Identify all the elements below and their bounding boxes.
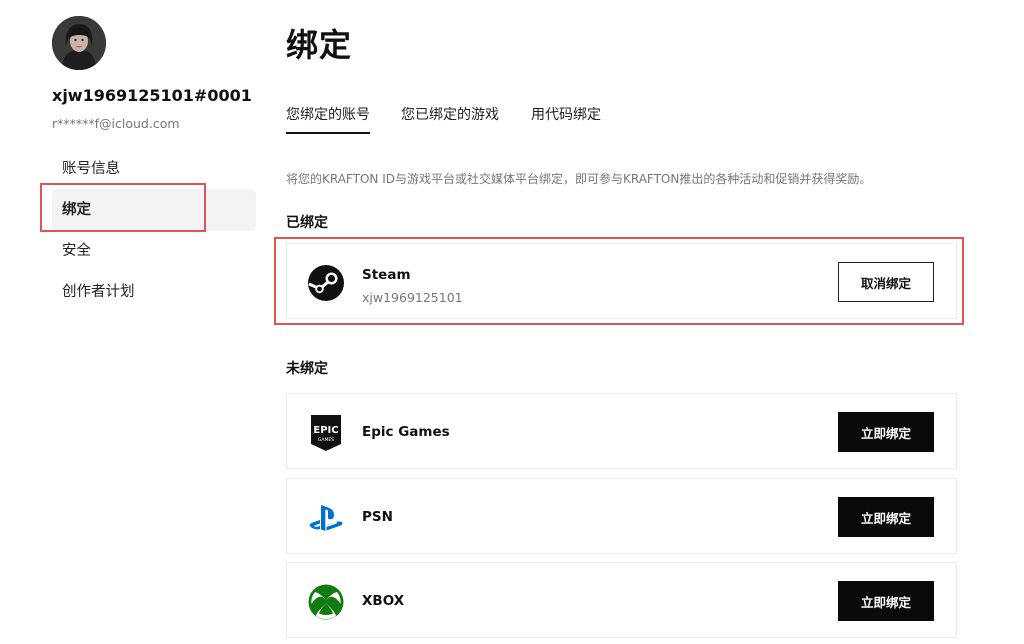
unlinked-card-epic-games: EPIC GAMES Epic Games 立即绑定 [286, 393, 957, 469]
svg-text:EPIC: EPIC [313, 425, 338, 436]
xbox-icon [307, 583, 345, 621]
page-title: 绑定 [286, 26, 353, 64]
playstation-icon [307, 499, 345, 537]
steam-icon [307, 264, 345, 302]
sidebar-item-account-info[interactable]: 账号信息 [52, 148, 256, 190]
user-avatar-icon [52, 16, 106, 70]
platform-name: Epic Games [362, 424, 450, 440]
sidebar-item-security[interactable]: 安全 [52, 230, 256, 272]
linked-section-label: 已绑定 [286, 215, 328, 231]
sidebar-item-label: 账号信息 [62, 161, 120, 177]
tab-link-by-code[interactable]: 用代码绑定 [531, 104, 601, 132]
account-linking-page: xjw1969125101#0001 r******f@icloud.com 账… [0, 0, 1024, 644]
platform-name: Steam [362, 267, 411, 283]
platform-name: XBOX [362, 593, 405, 609]
platform-name: PSN [362, 509, 393, 525]
unlinked-card-psn: PSN 立即绑定 [286, 478, 957, 554]
tab-linked-accounts[interactable]: 您绑定的账号 [286, 104, 370, 134]
avatar[interactable] [52, 16, 106, 70]
sidebar-item-label: 绑定 [62, 202, 91, 218]
user-email: r******f@icloud.com [52, 116, 180, 131]
link-xbox-button[interactable]: 立即绑定 [838, 581, 934, 621]
platform-account-id: xjw1969125101 [362, 290, 463, 305]
linking-description: 将您的KRAFTON ID与游戏平台或社交媒体平台绑定，即可参与KRAFTON推… [286, 172, 872, 186]
sidebar-item-label: 创作者计划 [62, 284, 135, 300]
unlink-steam-button[interactable]: 取消绑定 [838, 262, 934, 302]
link-psn-button[interactable]: 立即绑定 [838, 497, 934, 537]
sidebar-item-label: 安全 [62, 243, 91, 259]
svg-text:GAMES: GAMES [318, 437, 334, 443]
epic-games-icon: EPIC GAMES [307, 414, 345, 452]
username: xjw1969125101#0001 [52, 86, 252, 105]
link-epic-games-button[interactable]: 立即绑定 [838, 412, 934, 452]
tab-linked-games[interactable]: 您已绑定的游戏 [401, 104, 499, 132]
linked-card-steam: Steam xjw1969125101 取消绑定 [286, 243, 957, 319]
sidebar-item-linking[interactable]: 绑定 [52, 189, 256, 231]
sidebar-item-creator-program[interactable]: 创作者计划 [52, 271, 256, 313]
unlinked-section-label: 未绑定 [286, 361, 328, 377]
unlinked-card-xbox: XBOX 立即绑定 [286, 562, 957, 638]
